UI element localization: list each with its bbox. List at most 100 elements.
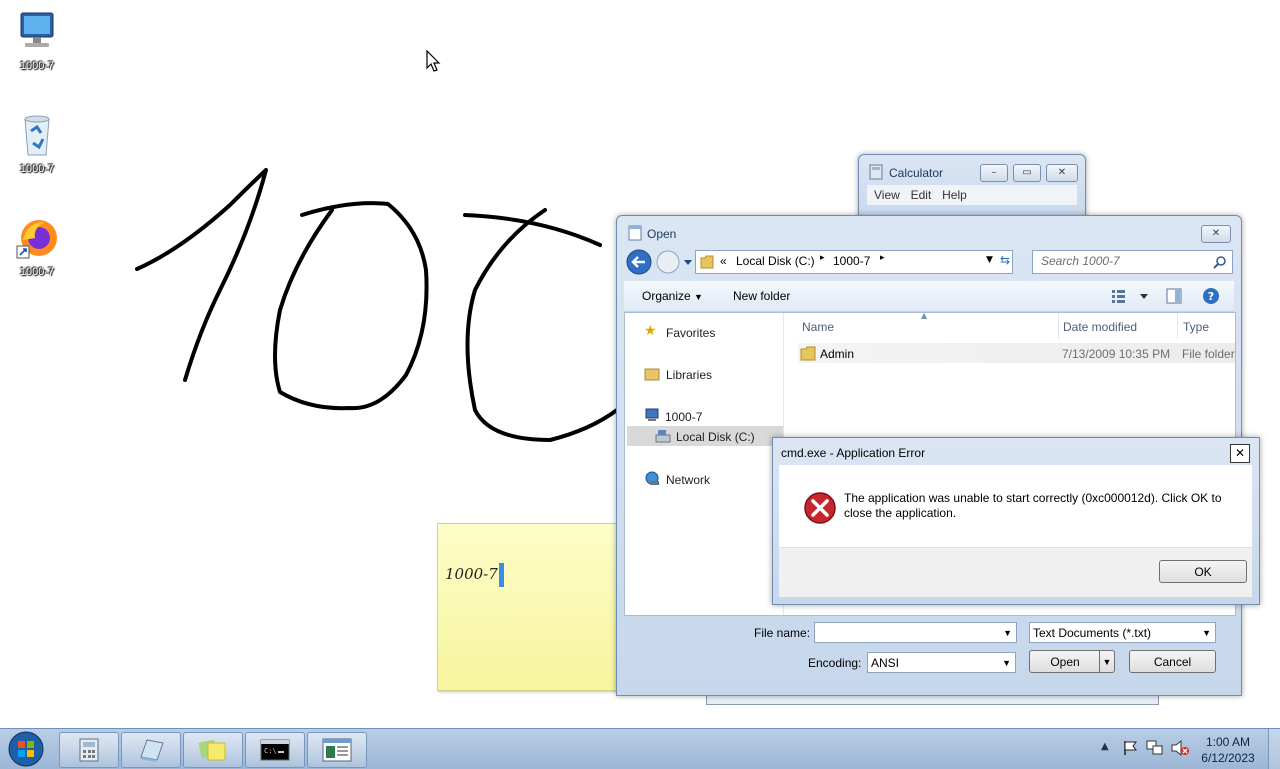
menu-view[interactable]: View xyxy=(874,185,900,205)
notepad-icon xyxy=(140,739,164,762)
encoding-value: ANSI xyxy=(871,656,900,670)
taskbar-cmd[interactable]: C:\ xyxy=(245,732,305,768)
folder-icon xyxy=(700,255,714,269)
preview-pane-icon[interactable] xyxy=(1166,288,1182,304)
error-dialog[interactable]: cmd.exe - Application Error ✕ The applic… xyxy=(772,437,1260,605)
search-input[interactable]: Search 1000-7 xyxy=(1032,250,1233,274)
file-type-select[interactable]: Text Documents (*.txt) ▼ xyxy=(1029,622,1216,643)
system-clock[interactable]: 1:00 AM 6/12/2023 xyxy=(1196,734,1260,766)
minimize-button[interactable]: – xyxy=(980,164,1008,182)
sticky-note-text: 1000-7 xyxy=(445,565,498,583)
desktop-icon-firefox[interactable]: 1000-7 xyxy=(7,216,67,278)
back-button[interactable] xyxy=(629,251,655,277)
volume-muted-icon[interactable] xyxy=(1170,739,1190,757)
cancel-button[interactable]: Cancel xyxy=(1129,650,1216,673)
file-name-input[interactable]: ▼ xyxy=(814,622,1017,643)
menu-edit[interactable]: Edit xyxy=(911,185,932,205)
maximize-button[interactable]: ▭ xyxy=(1013,164,1041,182)
file-name: Admin xyxy=(820,347,855,361)
close-button[interactable]: ✕ xyxy=(1230,444,1250,463)
nav-computer[interactable]: 1000-7 xyxy=(665,410,702,424)
network-icon[interactable] xyxy=(1146,739,1164,757)
chevron-down-icon: ▼ xyxy=(1002,658,1011,668)
file-name-label: File name: xyxy=(754,626,811,640)
start-button-icon[interactable] xyxy=(7,730,45,768)
forward-button[interactable] xyxy=(657,251,681,275)
computer-icon xyxy=(645,408,659,421)
menu-help[interactable]: Help xyxy=(942,185,967,205)
table-row[interactable]: Admin 7/13/2009 10:35 PM File folder xyxy=(798,343,1235,363)
command-bar: Organize ▼ New folder ? xyxy=(624,281,1234,312)
chevron-down-icon[interactable]: ▼ xyxy=(1099,651,1114,673)
mouse-cursor-icon xyxy=(426,50,441,72)
svg-text:C:\: C:\ xyxy=(264,747,277,755)
column-header-row: Name Date modified Type xyxy=(785,313,1235,339)
encoding-select[interactable]: ANSI ▼ xyxy=(867,652,1016,673)
desktop-icon-computer[interactable]: 1000-7 xyxy=(7,10,67,72)
cmd-icon: C:\ xyxy=(260,739,290,761)
taskbar-window[interactable] xyxy=(307,732,367,768)
nav-local-disk-row[interactable]: Local Disk (C:) xyxy=(627,426,783,446)
nav-network[interactable]: Network xyxy=(666,473,710,487)
address-bar[interactable]: « Local Disk (C:) ▸ 1000-7 ▸ ▼ ⇆ xyxy=(695,250,1013,274)
close-button[interactable]: ✕ xyxy=(1201,225,1231,243)
file-type-value: Text Documents (*.txt) xyxy=(1033,626,1152,640)
error-message: The application was unable to start corr… xyxy=(844,491,1222,520)
ok-button[interactable]: OK xyxy=(1159,560,1247,583)
close-button[interactable]: ✕ xyxy=(1046,164,1078,182)
sticky-note[interactable]: 1000-7 xyxy=(437,523,639,691)
taskbar: C:\ ▲ 1:00 AM 6/12/2023 xyxy=(0,728,1280,769)
column-name[interactable]: Name xyxy=(802,320,834,334)
organize-label: Organize xyxy=(642,289,691,303)
show-desktop-button[interactable] xyxy=(1268,729,1280,769)
computer-icon xyxy=(15,10,59,54)
clock-time: 1:00 AM xyxy=(1205,735,1251,749)
search-placeholder: Search 1000-7 xyxy=(1041,254,1120,268)
libraries-icon xyxy=(644,368,660,381)
organize-button[interactable]: Organize ▼ xyxy=(642,289,703,303)
chevron-down-icon[interactable]: ▼ xyxy=(1003,623,1012,644)
taskbar-notepad[interactable] xyxy=(121,732,181,768)
chevron-down-icon: ▼ xyxy=(1202,628,1211,638)
menu-bar: View Edit Help xyxy=(867,185,1077,205)
new-folder-button[interactable]: New folder xyxy=(733,289,790,303)
text-caret xyxy=(498,563,504,587)
refresh-icon[interactable]: ⇆ xyxy=(1000,253,1010,267)
desktop-icon-label: 1000-7 xyxy=(19,163,55,175)
sticky-notes-icon xyxy=(198,739,226,761)
error-icon xyxy=(804,492,836,524)
show-hidden-icons-icon[interactable]: ▲ xyxy=(1101,741,1109,752)
nav-libraries[interactable]: Libraries xyxy=(666,368,712,382)
desktop-icon-label: 1000-7 xyxy=(19,60,55,72)
window-title: Open xyxy=(647,227,677,241)
column-date-modified[interactable]: Date modified xyxy=(1063,320,1137,334)
help-icon[interactable]: ? xyxy=(1202,287,1220,305)
file-type: File folder xyxy=(1182,347,1235,361)
breadcrumb-local-disk[interactable]: Local Disk (C:) xyxy=(736,254,815,268)
breadcrumb-folder[interactable]: 1000-7 xyxy=(833,254,870,268)
clock-date: 6/12/2023 xyxy=(1201,751,1255,765)
file-date: 7/13/2009 10:35 PM xyxy=(1062,347,1171,361)
window-icon xyxy=(322,738,352,762)
error-message-area: The application was unable to start corr… xyxy=(779,465,1252,547)
network-icon xyxy=(645,471,659,485)
svg-text:?: ? xyxy=(1208,290,1214,303)
action-center-flag-icon[interactable] xyxy=(1122,740,1138,756)
recycle-bin-icon xyxy=(15,113,59,157)
breadcrumb-arrow-icon[interactable]: ▸ xyxy=(880,253,885,263)
column-type[interactable]: Type xyxy=(1183,320,1209,334)
taskbar-sticky-notes[interactable] xyxy=(183,732,243,768)
breadcrumb-arrow-icon[interactable]: ▸ xyxy=(820,253,825,263)
folder-icon xyxy=(800,346,816,361)
breadcrumb-overflow[interactable]: « xyxy=(720,254,727,268)
open-button[interactable]: Open ▼ xyxy=(1029,650,1115,673)
star-icon: ★ xyxy=(644,323,657,339)
calculator-window[interactable]: Calculator – ▭ ✕ View Edit Help xyxy=(858,154,1086,222)
window-title: Calculator xyxy=(889,166,944,180)
address-dropdown-icon[interactable]: ▼ xyxy=(986,255,993,265)
desktop-icon-recycle-bin[interactable]: 1000-7 xyxy=(7,113,67,175)
nav-favorites[interactable]: Favorites xyxy=(666,326,715,340)
taskbar-calculator[interactable] xyxy=(59,732,119,768)
error-footer: OK xyxy=(779,547,1252,597)
view-options-icon[interactable] xyxy=(1112,289,1152,303)
